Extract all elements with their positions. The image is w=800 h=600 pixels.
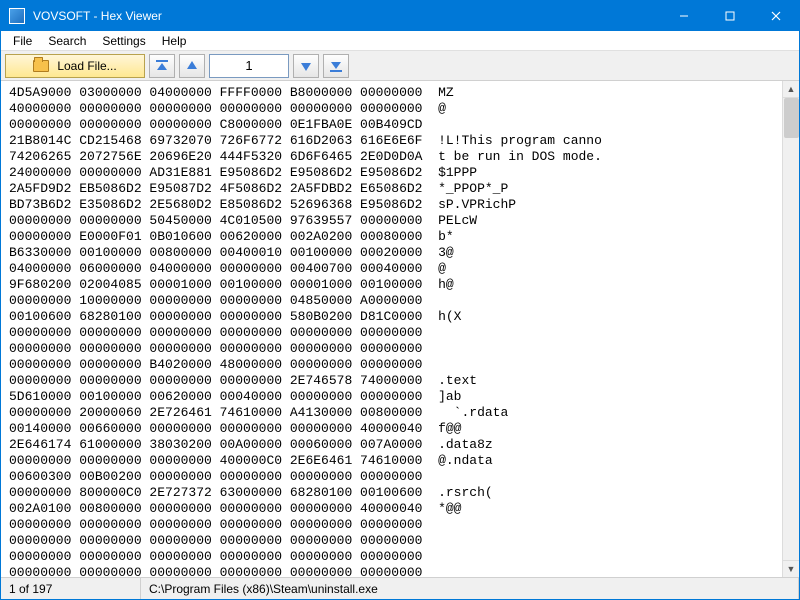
go-first-button[interactable] (149, 54, 175, 78)
hex-dump[interactable]: 4D5A9000 03000000 04000000 FFFF0000 B800… (1, 81, 782, 577)
menu-file[interactable]: File (5, 32, 40, 50)
menubar: File Search Settings Help (1, 31, 799, 51)
menu-settings[interactable]: Settings (94, 32, 153, 50)
load-file-button[interactable]: Load File... (5, 54, 145, 78)
titlebar: VOVSOFT - Hex Viewer (1, 1, 799, 31)
status-position: 1 of 197 (1, 578, 141, 599)
folder-icon (33, 60, 49, 72)
vertical-scrollbar[interactable]: ▲ ▼ (782, 81, 799, 577)
go-next-button[interactable] (293, 54, 319, 78)
load-file-label: Load File... (57, 59, 116, 73)
toolbar: Load File... (1, 51, 799, 81)
window-title: VOVSOFT - Hex Viewer (33, 9, 661, 23)
scroll-down-icon[interactable]: ▼ (783, 560, 799, 577)
scroll-thumb[interactable] (784, 98, 799, 138)
statusbar: 1 of 197 C:\Program Files (x86)\Steam\un… (1, 577, 799, 599)
line-number-input[interactable] (209, 54, 289, 78)
maximize-button[interactable] (707, 1, 753, 31)
app-icon (9, 8, 25, 24)
menu-help[interactable]: Help (154, 32, 195, 50)
menu-search[interactable]: Search (40, 32, 94, 50)
close-button[interactable] (753, 1, 799, 31)
scroll-up-icon[interactable]: ▲ (783, 81, 799, 98)
go-last-button[interactable] (323, 54, 349, 78)
content-area: 4D5A9000 03000000 04000000 FFFF0000 B800… (1, 81, 799, 577)
go-prev-button[interactable] (179, 54, 205, 78)
status-filepath: C:\Program Files (x86)\Steam\uninstall.e… (141, 578, 799, 599)
minimize-button[interactable] (661, 1, 707, 31)
